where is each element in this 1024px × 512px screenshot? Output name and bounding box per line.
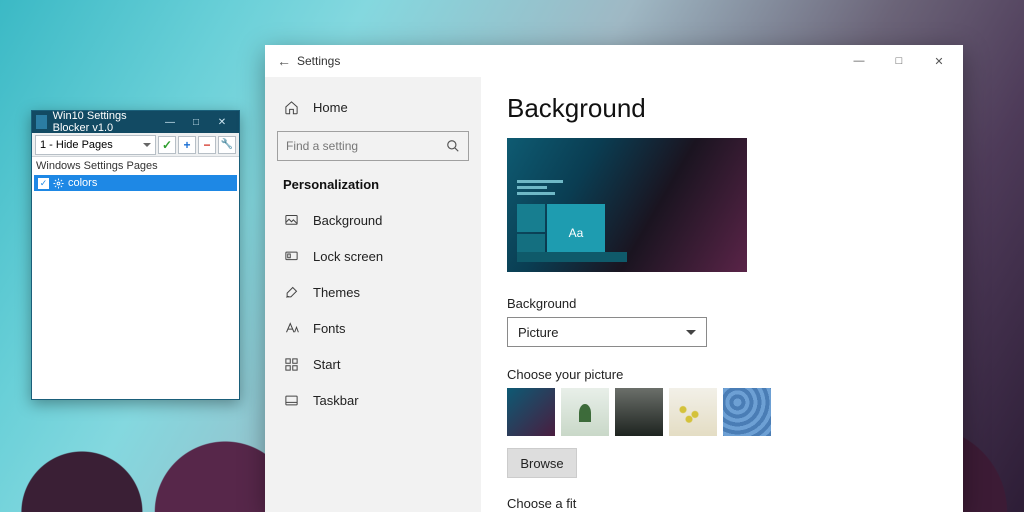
list-item-label: colors bbox=[68, 177, 97, 189]
background-label: Background bbox=[507, 296, 937, 311]
taskbar-icon bbox=[283, 393, 299, 408]
picture-thumb[interactable] bbox=[669, 388, 717, 436]
sidebar-item-taskbar[interactable]: Taskbar bbox=[265, 382, 481, 418]
picture-thumb[interactable] bbox=[615, 388, 663, 436]
background-type-dropdown[interactable]: Picture bbox=[507, 317, 707, 347]
settings-window-controls: — □ ✕ bbox=[839, 47, 959, 75]
sidebar-item-home[interactable]: Home bbox=[265, 89, 481, 125]
grid-icon bbox=[283, 357, 299, 372]
page-title: Background bbox=[507, 93, 937, 124]
gear-icon bbox=[53, 178, 64, 189]
picture-thumb[interactable] bbox=[723, 388, 771, 436]
font-icon bbox=[283, 321, 299, 336]
choose-picture-label: Choose your picture bbox=[507, 367, 937, 382]
blocker-titlebar[interactable]: Win10 Settings Blocker v1.0 — □ ✕ bbox=[32, 111, 239, 133]
lock-icon bbox=[283, 249, 299, 264]
blocker-window-controls: — □ ✕ bbox=[157, 111, 235, 133]
image-icon bbox=[283, 213, 299, 228]
list-item[interactable]: ✓ colors bbox=[34, 175, 237, 191]
apply-button[interactable]: ✓ bbox=[158, 136, 176, 154]
dropdown-value: Picture bbox=[518, 325, 558, 340]
browse-button[interactable]: Browse bbox=[507, 448, 577, 478]
blocker-toolbar: 1 - Hide Pages ✓ + − 🔧 bbox=[32, 133, 239, 157]
sidebar-item-fonts[interactable]: Fonts bbox=[265, 310, 481, 346]
close-button[interactable]: ✕ bbox=[919, 47, 959, 75]
picture-thumbnails bbox=[507, 388, 937, 436]
picture-thumb[interactable] bbox=[561, 388, 609, 436]
mode-dropdown[interactable]: 1 - Hide Pages bbox=[35, 135, 156, 155]
search-input[interactable]: Find a setting bbox=[277, 131, 469, 161]
settings-window: ← Settings — □ ✕ Home Find a setting Per… bbox=[265, 45, 963, 512]
sidebar-item-label: Themes bbox=[313, 285, 360, 300]
add-button[interactable]: + bbox=[178, 136, 196, 154]
choose-fit-label: Choose a fit bbox=[507, 496, 937, 511]
back-button[interactable]: ← bbox=[277, 53, 297, 69]
desktop-preview: Aa bbox=[507, 138, 747, 272]
search-placeholder: Find a setting bbox=[286, 139, 358, 153]
close-button[interactable]: ✕ bbox=[209, 111, 235, 133]
sidebar-item-label: Taskbar bbox=[313, 393, 359, 408]
brush-icon bbox=[283, 285, 299, 300]
maximize-button[interactable]: □ bbox=[183, 111, 209, 133]
home-icon bbox=[283, 100, 299, 115]
options-button[interactable]: 🔧 bbox=[218, 136, 236, 154]
sidebar-item-start[interactable]: Start bbox=[265, 346, 481, 382]
maximize-button[interactable]: □ bbox=[879, 47, 919, 75]
checkbox-icon[interactable]: ✓ bbox=[38, 178, 49, 189]
settings-sidebar: Home Find a setting Personalization Back… bbox=[265, 77, 481, 512]
sidebar-item-lockscreen[interactable]: Lock screen bbox=[265, 238, 481, 274]
section-header: Personalization bbox=[265, 175, 481, 202]
blocker-app-icon bbox=[36, 115, 47, 129]
sidebar-item-label: Home bbox=[313, 100, 348, 115]
sidebar-item-label: Start bbox=[313, 357, 340, 372]
minimize-button[interactable]: — bbox=[157, 111, 183, 133]
list-header: Windows Settings Pages bbox=[32, 157, 239, 175]
sidebar-item-label: Lock screen bbox=[313, 249, 383, 264]
remove-button[interactable]: − bbox=[198, 136, 216, 154]
blocker-window: Win10 Settings Blocker v1.0 — □ ✕ 1 - Hi… bbox=[31, 110, 240, 400]
window-title: Settings bbox=[297, 54, 340, 68]
sidebar-item-label: Fonts bbox=[313, 321, 346, 336]
sidebar-item-label: Background bbox=[313, 213, 382, 228]
search-icon bbox=[446, 139, 460, 153]
settings-titlebar[interactable]: ← Settings — □ ✕ bbox=[265, 45, 963, 77]
sidebar-item-themes[interactable]: Themes bbox=[265, 274, 481, 310]
picture-thumb[interactable] bbox=[507, 388, 555, 436]
mode-value: 1 - Hide Pages bbox=[40, 139, 113, 151]
settings-main: Background Aa Background Picture Choose … bbox=[481, 77, 963, 512]
sidebar-item-background[interactable]: Background bbox=[265, 202, 481, 238]
minimize-button[interactable]: — bbox=[839, 47, 879, 75]
blocker-title-text: Win10 Settings Blocker v1.0 bbox=[53, 110, 157, 134]
